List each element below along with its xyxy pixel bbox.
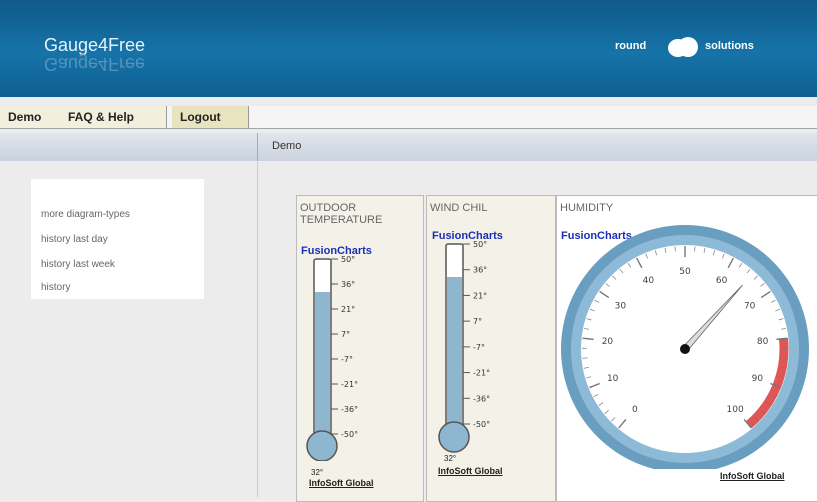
sidebar: more diagram-types history last day hist… <box>0 162 258 497</box>
thermometer-mercury <box>447 277 462 432</box>
dial-label: 10 <box>607 374 619 384</box>
thermometer-bulb <box>307 431 337 461</box>
scale-tick-label: 21° <box>473 291 487 300</box>
sidebar-item-history-last-week[interactable]: history last week <box>41 259 115 270</box>
sidebar-item-more-diagram-types[interactable]: more diagram-types <box>41 209 130 220</box>
menu-faq-help[interactable]: FAQ & Help <box>60 106 167 128</box>
dial-label: 100 <box>727 405 744 415</box>
menu-logout[interactable]: Logout <box>172 106 249 128</box>
dial-label: 0 <box>632 405 638 415</box>
scale-tick-label: -50° <box>341 430 358 439</box>
main-content: OUTDOOR TEMPERATURE FusionCharts 50°36°2… <box>258 162 817 497</box>
logo-text-solutions: solutions <box>705 40 754 52</box>
thermometer-reading: 32° <box>311 468 323 477</box>
cloud-icon <box>666 36 700 58</box>
scale-tick-label: 7° <box>473 317 482 326</box>
sidebar-item-history[interactable]: history <box>41 282 70 293</box>
humidity-dial: 0 10 20 30 40 50 60 70 80 90 100 <box>557 224 815 469</box>
gauge-title-line1: OUTDOOR <box>300 202 382 214</box>
scale-tick-label: -36° <box>473 394 490 403</box>
gauge-title: WIND CHIL <box>430 202 487 214</box>
sidebar-item-history-last-day[interactable]: history last day <box>41 234 108 245</box>
dial-pivot <box>680 344 690 354</box>
scale-tick-label: -50° <box>473 420 490 429</box>
scale-tick-label: -21° <box>473 369 490 378</box>
round-solutions-logo: round solutions <box>610 36 775 58</box>
gauge-title-line2: TEMPERATURE <box>300 214 382 226</box>
scale-tick-label: 7° <box>341 330 350 339</box>
scale-tick-label: 36° <box>473 266 487 275</box>
dial-label: 20 <box>602 337 614 347</box>
thermometer-scale: 50° 36° 21° 7° -7° -21° -36° -50° <box>463 241 490 429</box>
dial-label: 90 <box>752 374 764 384</box>
thermometer: 50° 36° 21° 7° -7° -21° -36° -50° <box>297 256 423 461</box>
main-header: Demo <box>258 133 817 161</box>
thermometer-bulb <box>439 422 469 452</box>
menu-demo[interactable]: Demo <box>0 106 67 128</box>
sidebar-nav: more diagram-types history last day hist… <box>31 179 204 299</box>
scale-tick-label: 21° <box>341 305 355 314</box>
scale-tick-label: -7° <box>341 355 353 364</box>
thermometer: 50° 36° 21° 7° -7° -21° -36° -50° <box>427 241 555 456</box>
thermometer-reading: 32° <box>444 454 456 463</box>
menu-bar: Demo FAQ & Help Logout <box>0 106 817 129</box>
infosoft-credit[interactable]: InfoSoft Global <box>438 466 503 476</box>
dial-label: 80 <box>757 337 769 347</box>
dial-label: 40 <box>643 276 655 286</box>
dial-label: 30 <box>615 301 627 311</box>
infosoft-credit[interactable]: InfoSoft Global <box>309 478 374 488</box>
dial-label: 50 <box>679 267 691 277</box>
scale-tick-label: 50° <box>473 241 487 249</box>
thermometer-scale: 50° 36° 21° 7° -7° -21° -36° -50° <box>331 256 358 439</box>
scale-tick-label: 50° <box>341 256 355 264</box>
gauge-title: OUTDOOR TEMPERATURE <box>300 202 382 226</box>
scale-tick-label: 36° <box>341 280 355 289</box>
scale-tick-label: -7° <box>473 343 485 352</box>
sidebar-header <box>0 133 258 161</box>
logo-text-round: round <box>615 40 646 52</box>
thermometer-mercury <box>315 292 330 442</box>
app-header: Gauge4Free Gauge4Free round solutions <box>0 0 817 97</box>
dial-label: 70 <box>744 301 756 311</box>
scale-tick-label: -36° <box>341 405 358 414</box>
dial-label: 60 <box>716 276 728 286</box>
wind-chill-gauge: WIND CHIL FusionCharts 50°36°21°7°-7°-21… <box>426 195 556 502</box>
app-title-reflection: Gauge4Free <box>44 53 145 74</box>
infosoft-credit[interactable]: InfoSoft Global <box>720 471 785 481</box>
gauge-title: HUMIDITY <box>560 202 613 214</box>
humidity-gauge: HUMIDITY FusionCharts 010203040506070809… <box>556 195 817 502</box>
page-title: Demo <box>272 140 301 152</box>
outdoor-temperature-gauge: OUTDOOR TEMPERATURE FusionCharts 50°36°2… <box>296 195 424 502</box>
scale-tick-label: -21° <box>341 380 358 389</box>
